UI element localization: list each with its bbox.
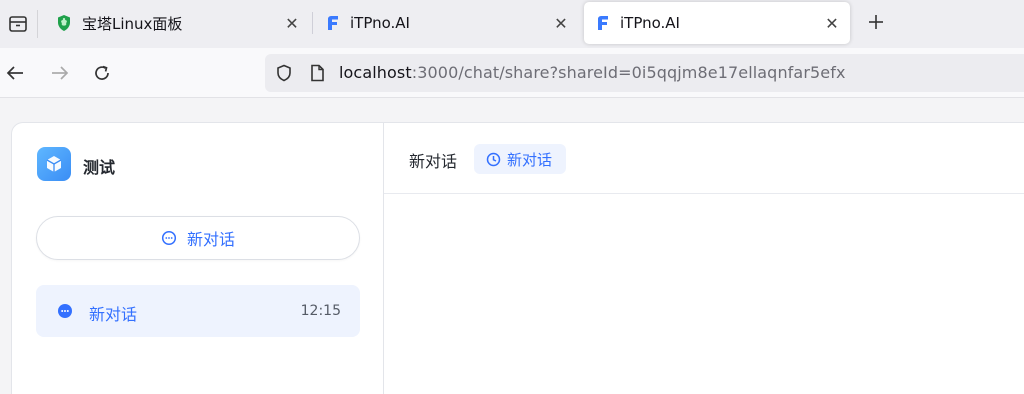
- app-logo: [37, 147, 71, 181]
- forward-button[interactable]: [47, 60, 73, 86]
- back-button[interactable]: [2, 60, 28, 86]
- tab-baota[interactable]: 宝塔Linux面板 ✕: [44, 2, 310, 44]
- tab-separator: [312, 12, 313, 34]
- tab-list-button[interactable]: [0, 7, 36, 41]
- url-host: localhost: [339, 63, 412, 82]
- tab-divider: [37, 10, 38, 38]
- plus-icon: [869, 15, 883, 29]
- close-tab-icon[interactable]: ✕: [824, 14, 840, 33]
- app-name: 测试: [83, 158, 116, 177]
- url-text[interactable]: localhost:3000/chat/share?shareId=0i5qqj…: [339, 63, 846, 82]
- reload-icon: [95, 65, 109, 80]
- tab-strip: 宝塔Linux面板 ✕ iTPno.AI ✕ iTPno.AI ✕: [0, 0, 1024, 48]
- new-chat-label: 新对话: [186, 230, 235, 249]
- chat-history-tag[interactable]: 新对话: [474, 144, 567, 174]
- clock-icon: [486, 152, 501, 167]
- chat-header: 新对话 新对话: [384, 123, 1024, 194]
- new-tab-button[interactable]: [864, 10, 888, 34]
- history-item-title: 新对话: [89, 305, 138, 324]
- chat-pane: 新对话 新对话: [383, 122, 1024, 394]
- arrow-left-icon: [6, 66, 23, 80]
- sidebar: 测试 新对话 新对话 12:15: [11, 122, 384, 394]
- baota-shield-icon: [56, 14, 72, 32]
- tab-itpno-2[interactable]: iTPno.AI ✕: [584, 2, 850, 44]
- tab-itpno-1[interactable]: iTPno.AI ✕: [314, 2, 579, 44]
- page-content: 测试 新对话 新对话 12:15 新对话 新对话: [0, 98, 1024, 394]
- chat-bubble-icon: [161, 230, 177, 246]
- chat-bubble-icon: [57, 303, 73, 323]
- shield-icon[interactable]: [275, 64, 293, 82]
- arrow-right-icon: [52, 66, 69, 80]
- close-tab-icon[interactable]: ✕: [553, 14, 569, 33]
- page-icon[interactable]: [309, 64, 325, 82]
- tab-list-icon: [9, 16, 27, 32]
- itpno-logo-icon: [596, 15, 610, 31]
- chat-title: 新对话: [409, 152, 458, 171]
- history-item[interactable]: 新对话 12:15: [36, 285, 360, 337]
- tab-title: 宝塔Linux面板: [82, 14, 183, 33]
- navigation-bar: localhost:3000/chat/share?shareId=0i5qqj…: [0, 48, 1024, 98]
- reload-button[interactable]: [89, 60, 115, 86]
- tab-title: iTPno.AI: [620, 14, 680, 32]
- chat-tag-label: 新对话: [507, 150, 553, 169]
- new-chat-button[interactable]: 新对话: [36, 216, 360, 260]
- history-item-time: 12:15: [300, 303, 341, 319]
- close-tab-icon[interactable]: ✕: [284, 14, 300, 33]
- url-path: :3000/chat/share?shareId=0i5qqjm8e17ella…: [411, 63, 846, 82]
- url-bar[interactable]: localhost:3000/chat/share?shareId=0i5qqj…: [265, 54, 1024, 92]
- tab-title: iTPno.AI: [350, 14, 410, 32]
- itpno-logo-icon: [326, 15, 340, 31]
- cube-icon: [46, 156, 62, 172]
